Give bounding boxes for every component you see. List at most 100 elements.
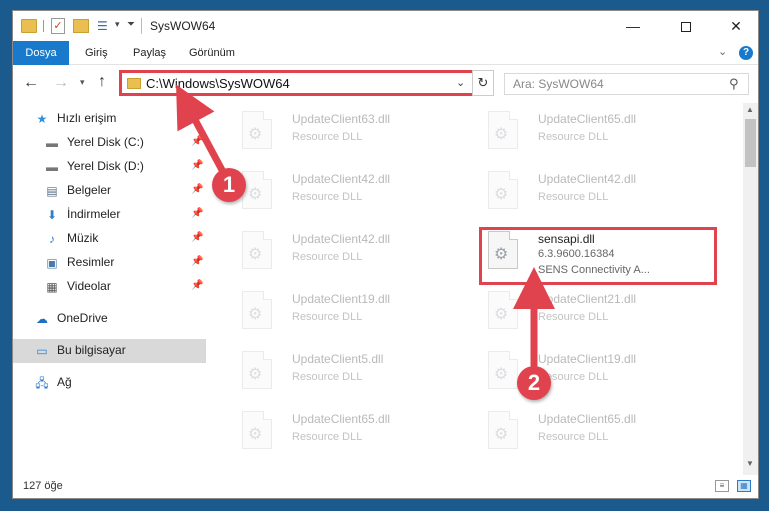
sidebar-item-label: İndirmeler: [67, 207, 121, 221]
list-item[interactable]: UpdateClient65.dll Resource DLL: [474, 107, 709, 163]
sidebar-item-pictures[interactable]: ▣ Resimler 📌: [13, 251, 206, 275]
file-description: Resource DLL: [538, 191, 609, 203]
sidebar-item-music[interactable]: ♪ Müzik 📌: [13, 227, 206, 251]
file-name: UpdateClient63.dll: [292, 112, 391, 126]
drive-icon: ▬: [46, 136, 58, 150]
sensapi-highlight-box: [479, 227, 717, 285]
search-icon: ⚲: [729, 76, 739, 91]
list-item[interactable]: UpdateClient42.dll Resource DLL: [474, 167, 709, 223]
forward-arrow-icon[interactable]: →: [53, 74, 69, 92]
pin-icon[interactable]: 📌: [191, 136, 203, 147]
tab-share[interactable]: Paylaş: [123, 41, 176, 65]
pictures-icon: ▣: [46, 256, 58, 270]
chevron-down-icon[interactable]: ▾: [115, 19, 120, 30]
dll-file-icon: [488, 111, 518, 149]
sidebar-item-local-disk-c[interactable]: ▬ Yerel Disk (C:) 📌: [13, 131, 206, 155]
refresh-button[interactable]: ↻: [472, 70, 494, 96]
tab-view[interactable]: Görünüm: [179, 41, 245, 65]
pin-icon[interactable]: 📌: [191, 208, 203, 219]
sidebar-item-downloads[interactable]: ⬇ İndirmeler 📌: [13, 203, 206, 227]
maximize-icon: [681, 22, 691, 33]
sidebar-item-videos[interactable]: ▦ Videolar 📌: [13, 275, 206, 299]
list-item[interactable]: UpdateClient21.dll Resource DLL: [474, 287, 709, 343]
list-item[interactable]: UpdateClient65.dll Resource DLL: [474, 407, 709, 463]
pin-icon[interactable]: 📌: [191, 256, 203, 267]
customize-toolbar-icon[interactable]: ⏷: [127, 19, 135, 30]
cloud-icon: ☁: [36, 312, 48, 326]
maximize-button[interactable]: [663, 11, 709, 41]
drive-icon: ▬: [46, 160, 58, 174]
file-name: UpdateClient21.dll: [538, 292, 637, 306]
sidebar-item-label: Yerel Disk (C:): [67, 135, 144, 149]
expand-ribbon-icon[interactable]: ⌄: [718, 45, 727, 58]
search-placeholder: Ara: SysWOW64: [513, 77, 604, 91]
step-2-badge: 2: [517, 366, 551, 400]
file-name: UpdateClient19.dll: [292, 292, 391, 306]
pin-icon[interactable]: 📌: [191, 160, 203, 171]
back-arrow-icon[interactable]: ←: [23, 74, 39, 92]
step-1-badge: 1: [212, 168, 246, 202]
file-description: Resource DLL: [292, 131, 363, 143]
item-count: 127 öğe: [23, 480, 63, 492]
sidebar-item-label: Resimler: [67, 255, 115, 269]
sidebar-item-label: Müzik: [67, 231, 99, 245]
file-description: Resource DLL: [538, 431, 609, 443]
download-icon: ⬇: [46, 208, 58, 222]
pin-icon[interactable]: 📌: [191, 280, 203, 291]
new-folder-icon[interactable]: [73, 19, 89, 33]
sidebar-item-label: Hızlı erişim: [57, 111, 117, 125]
list-item[interactable]: UpdateClient63.dll Resource DLL: [228, 107, 463, 163]
file-description: Resource DLL: [538, 311, 609, 323]
dll-file-icon: [242, 291, 272, 329]
scrollbar-thumb[interactable]: [745, 119, 756, 167]
recent-locations-icon[interactable]: ▾: [80, 77, 85, 88]
chevron-down-icon[interactable]: ⌄: [456, 76, 465, 89]
videos-icon: ▦: [46, 280, 58, 294]
close-button[interactable]: ✕: [713, 11, 758, 41]
file-name: UpdateClient19.dll: [538, 352, 637, 366]
list-item[interactable]: UpdateClient42.dll Resource DLL: [228, 167, 463, 223]
list-item[interactable]: UpdateClient42.dll Resource DLL: [228, 227, 463, 283]
scroll-up-icon[interactable]: ▲: [746, 105, 754, 114]
file-name: UpdateClient65.dll: [292, 412, 391, 426]
file-description: Resource DLL: [292, 311, 363, 323]
file-description: Resource DLL: [292, 371, 363, 383]
large-icons-view-icon[interactable]: ▦: [737, 480, 751, 492]
sidebar-item-this-pc[interactable]: ▭ Bu bilgisayar: [13, 339, 206, 363]
sidebar-item-onedrive[interactable]: ☁ OneDrive: [13, 307, 206, 331]
file-description: Resource DLL: [538, 131, 609, 143]
music-icon: ♪: [49, 232, 55, 246]
star-icon: ★: [36, 112, 48, 126]
list-item[interactable]: UpdateClient65.dll Resource DLL: [228, 407, 463, 463]
search-input[interactable]: Ara: SysWOW64 ⚲: [504, 73, 749, 95]
file-name: UpdateClient42.dll: [538, 172, 637, 186]
sidebar-item-local-disk-d[interactable]: ▬ Yerel Disk (D:) 📌: [13, 155, 206, 179]
list-item[interactable]: UpdateClient5.dll Resource DLL: [228, 347, 463, 403]
help-icon[interactable]: ?: [739, 46, 753, 60]
vertical-scrollbar[interactable]: ▲ ▼: [743, 103, 758, 475]
properties-check-icon[interactable]: ✓: [51, 18, 65, 34]
properties-icon[interactable]: ☰: [97, 18, 111, 34]
sidebar-item-network[interactable]: 🖧 Ağ: [13, 371, 206, 395]
scroll-down-icon[interactable]: ▼: [746, 459, 754, 468]
navigation-pane: ★ Hızlı erişim ▬ Yerel Disk (C:) 📌 ▬ Yer…: [13, 103, 206, 473]
file-description: Resource DLL: [292, 251, 363, 263]
network-icon: 🖧: [35, 376, 49, 390]
sidebar-item-quick-access[interactable]: ★ Hızlı erişim: [13, 107, 206, 131]
sidebar-item-documents[interactable]: ▤ Belgeler 📌: [13, 179, 206, 203]
address-bar[interactable]: C:\Windows\SysWOW64 ⌄: [119, 70, 476, 96]
status-bar: 127 öğe ≡ ▦: [13, 475, 758, 498]
list-item[interactable]: UpdateClient19.dll Resource DLL: [228, 287, 463, 343]
pin-icon[interactable]: 📌: [191, 184, 203, 195]
dll-file-icon: [488, 411, 518, 449]
pin-icon[interactable]: 📌: [191, 232, 203, 243]
sidebar-item-label: Ağ: [57, 375, 72, 389]
minimize-button[interactable]: —: [610, 11, 656, 41]
tab-file[interactable]: Dosya: [13, 41, 69, 65]
sidebar-item-label: Bu bilgisayar: [57, 343, 126, 357]
dll-file-icon: [242, 231, 272, 269]
details-view-icon[interactable]: ≡: [715, 480, 729, 492]
list-item[interactable]: UpdateClient19.dll Resource DLL: [474, 347, 709, 403]
up-arrow-icon[interactable]: ↑: [98, 73, 106, 91]
tab-home[interactable]: Giriş: [75, 41, 118, 65]
